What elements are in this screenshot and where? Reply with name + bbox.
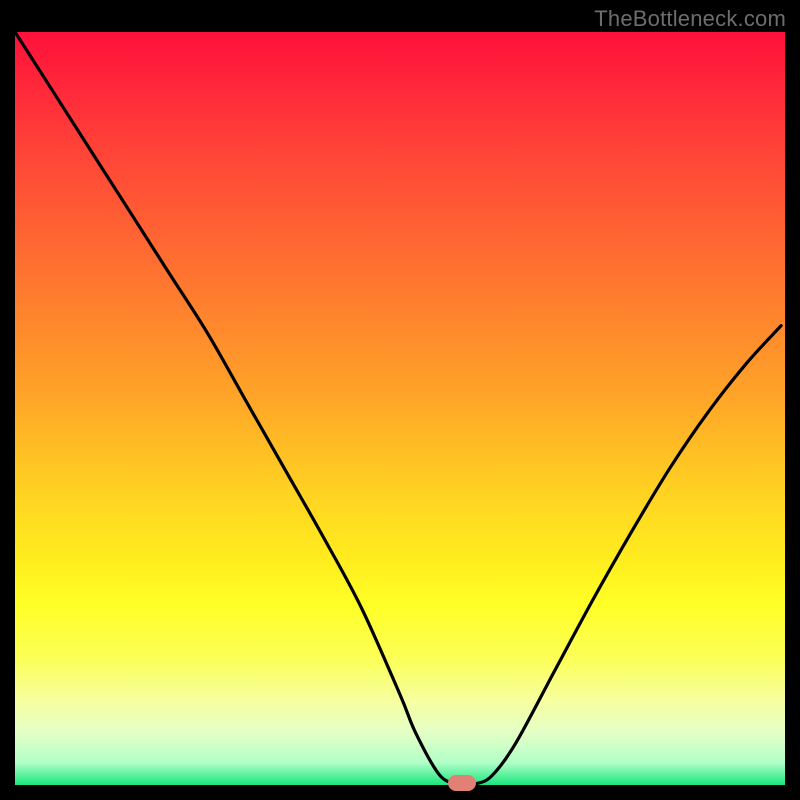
chart-frame: TheBottleneck.com — [0, 0, 800, 800]
watermark-text: TheBottleneck.com — [594, 6, 786, 32]
plot-gradient-bg — [15, 32, 785, 785]
plot-area — [15, 32, 785, 785]
chart-marker — [448, 775, 476, 791]
